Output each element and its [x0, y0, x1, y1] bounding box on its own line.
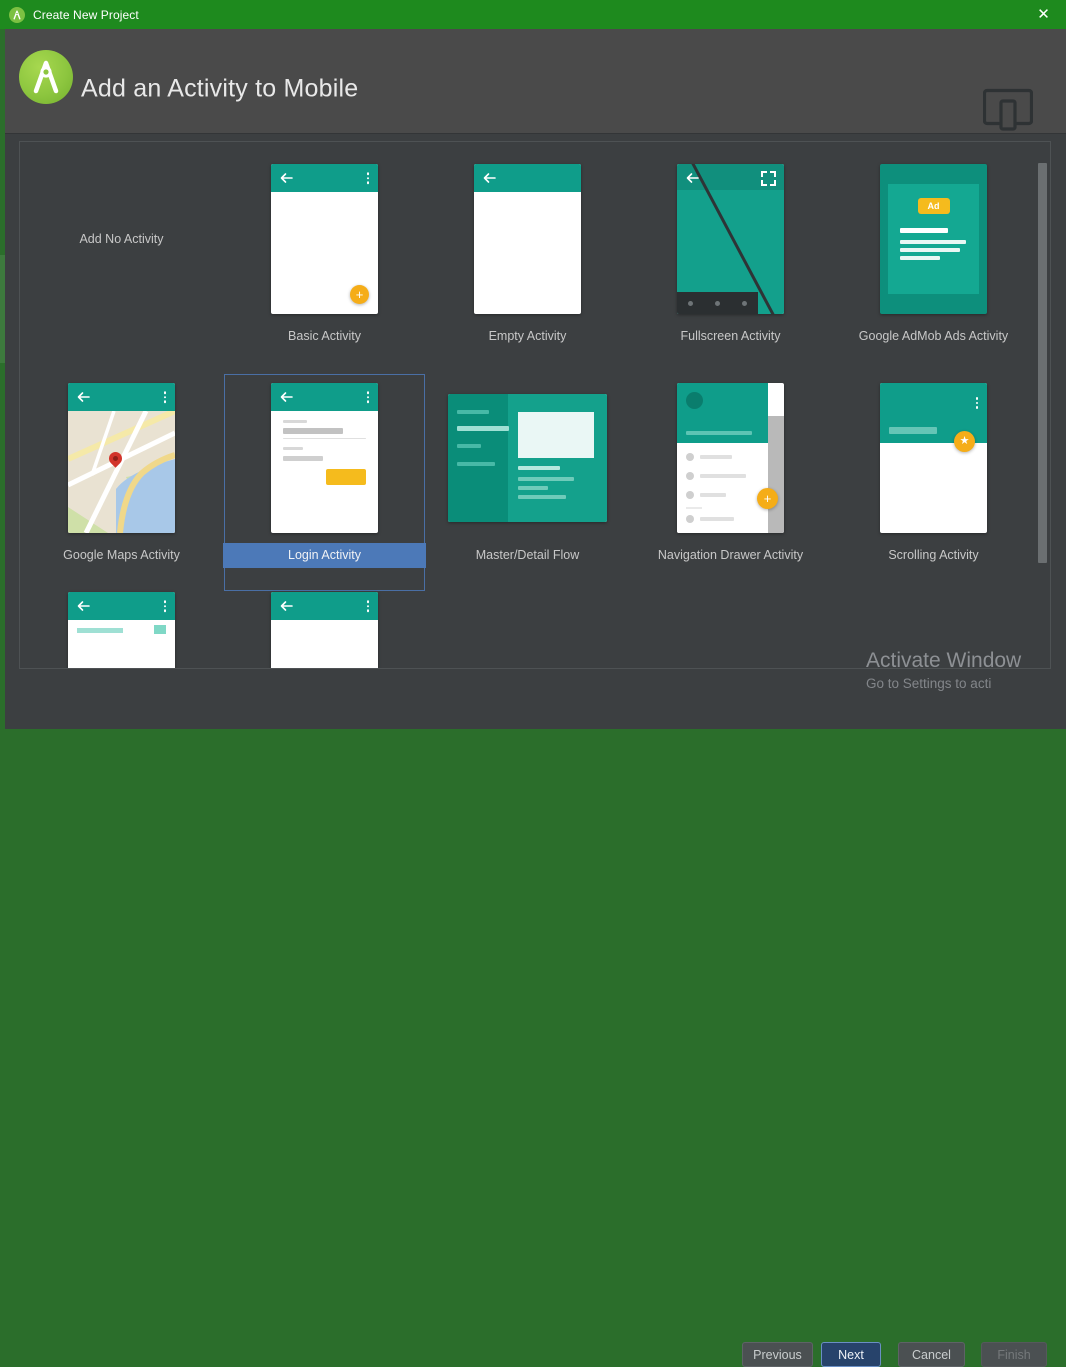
template-label: Google AdMob Ads Activity	[858, 329, 1009, 343]
password-field-dots	[283, 456, 323, 461]
template-thumbnail-scrolling: ★	[832, 373, 1035, 543]
app-bar	[68, 383, 175, 411]
wizard-header: Add an Activity to Mobile	[5, 29, 1066, 134]
email-field-value	[283, 428, 343, 434]
android-studio-logo-icon	[9, 6, 25, 23]
template-tile-google-maps-activity[interactable]: Google Maps Activity	[20, 373, 223, 592]
activity-template-gallery[interactable]: Add No Activity + Basic Activity Empty A…	[19, 141, 1051, 669]
email-field-label	[283, 420, 307, 423]
list-bullet-icon	[686, 472, 694, 480]
template-tile-basic-activity[interactable]: + Basic Activity	[223, 154, 426, 373]
template-row: Add No Activity + Basic Activity Empty A…	[20, 154, 1036, 373]
app-bar	[271, 164, 378, 192]
overflow-menu-icon	[163, 600, 166, 612]
template-thumbnail-nav-drawer: +	[629, 373, 832, 543]
avatar	[686, 392, 703, 409]
list-bullet-icon	[686, 453, 694, 461]
bottom-indicator-bar	[677, 292, 759, 314]
back-arrow-icon	[280, 392, 293, 402]
back-arrow-icon	[77, 392, 90, 402]
template-tile-navigation-drawer-activity[interactable]: + Navigation Drawer Activity	[629, 373, 832, 592]
list-bullet-icon	[686, 515, 694, 523]
detail-card	[517, 411, 595, 458]
next-button[interactable]: Next	[821, 1342, 881, 1367]
template-label: Master/Detail Flow	[475, 548, 580, 562]
cancel-button[interactable]: Cancel	[898, 1342, 965, 1367]
overflow-menu-icon	[366, 600, 369, 612]
app-bar	[68, 592, 175, 620]
template-thumbnail-maps	[20, 373, 223, 543]
window-title-bar: Create New Project ✕	[0, 0, 1066, 29]
drawer-header	[677, 383, 768, 443]
template-tile-empty-activity[interactable]: Empty Activity	[426, 154, 629, 373]
template-label: Basic Activity	[288, 329, 361, 343]
back-arrow-icon	[483, 173, 496, 183]
back-arrow-icon	[686, 173, 699, 183]
list-bullet-icon	[686, 491, 694, 499]
template-tile-partial-1[interactable]	[20, 592, 223, 668]
template-tile-master-detail-flow[interactable]: Master/Detail Flow	[426, 373, 629, 592]
template-row: Google Maps Activity Login Activity Mast…	[20, 373, 1036, 592]
sign-in-button-shape	[326, 469, 366, 485]
create-new-project-dialog: Add an Activity to Mobile Add No Activit…	[5, 29, 1066, 1367]
template-label: Navigation Drawer Activity	[657, 548, 804, 562]
back-arrow-icon	[77, 601, 90, 611]
template-thumbnail-empty	[426, 154, 629, 324]
template-tile-google-admob-ads-activity[interactable]: Ad Google AdMob Ads Activity	[832, 154, 1035, 373]
template-tile-scrolling-activity[interactable]: ★ Scrolling Activity	[832, 373, 1035, 592]
email-field-underline	[283, 438, 366, 439]
template-row	[20, 592, 1036, 668]
back-arrow-icon	[280, 601, 293, 611]
template-label: Google Maps Activity	[63, 548, 180, 562]
template-tile-fullscreen-activity[interactable]: Fullscreen Activity	[629, 154, 832, 373]
app-bar	[474, 164, 581, 192]
template-tile-partial-2[interactable]	[223, 592, 426, 668]
android-studio-wizard-logo-icon	[19, 50, 73, 104]
password-field-label	[283, 447, 303, 450]
template-label: Add No Activity	[79, 232, 164, 246]
app-bar	[271, 383, 378, 411]
window-title-text: Create New Project	[33, 7, 139, 22]
floating-action-button-icon: +	[757, 488, 778, 509]
vertical-scrollbar[interactable]	[1035, 143, 1049, 667]
floating-action-button-icon: ★	[954, 431, 975, 452]
android-robot-glyph	[13, 10, 21, 19]
template-tile-login-activity[interactable]: Login Activity	[223, 373, 426, 592]
app-bar	[271, 592, 378, 620]
template-thumbnail-partial	[223, 592, 426, 668]
template-label: Login Activity	[223, 543, 426, 568]
template-thumbnail-partial	[20, 592, 223, 668]
scrollbar-thumb[interactable]	[1038, 163, 1047, 563]
back-arrow-icon	[280, 173, 293, 183]
template-thumbnail-admob: Ad	[832, 154, 1035, 324]
template-label: Empty Activity	[488, 329, 567, 343]
overflow-menu-icon	[163, 391, 166, 403]
template-thumbnail-basic: +	[223, 154, 426, 324]
floating-action-button-icon: +	[350, 285, 369, 304]
android-robot-large-glyph	[33, 60, 59, 94]
close-icon[interactable]: ✕	[1021, 0, 1066, 29]
expand-fullscreen-icon	[761, 171, 776, 186]
overflow-menu-icon	[366, 391, 369, 403]
wizard-footer: Previous Next Cancel Finish	[5, 671, 1066, 1367]
template-label: Scrolling Activity	[888, 548, 979, 562]
template-tile-add-no-activity[interactable]: Add No Activity	[20, 154, 223, 373]
template-grid: Add No Activity + Basic Activity Empty A…	[20, 142, 1036, 668]
template-label: Fullscreen Activity	[680, 329, 781, 343]
overflow-menu-icon	[975, 397, 978, 409]
template-thumbnail-fullscreen	[629, 154, 832, 324]
page-title: Add an Activity to Mobile	[81, 74, 359, 103]
map-preview	[68, 411, 175, 533]
finish-button: Finish	[981, 1342, 1047, 1367]
overflow-menu-icon	[366, 172, 369, 184]
tablet-and-phone-icon	[982, 87, 1034, 136]
template-thumbnail-login	[223, 373, 426, 543]
ad-badge: Ad	[917, 198, 950, 214]
template-thumbnail-master-detail	[426, 373, 629, 543]
previous-button[interactable]: Previous	[742, 1342, 813, 1367]
drawer-list	[677, 443, 768, 533]
